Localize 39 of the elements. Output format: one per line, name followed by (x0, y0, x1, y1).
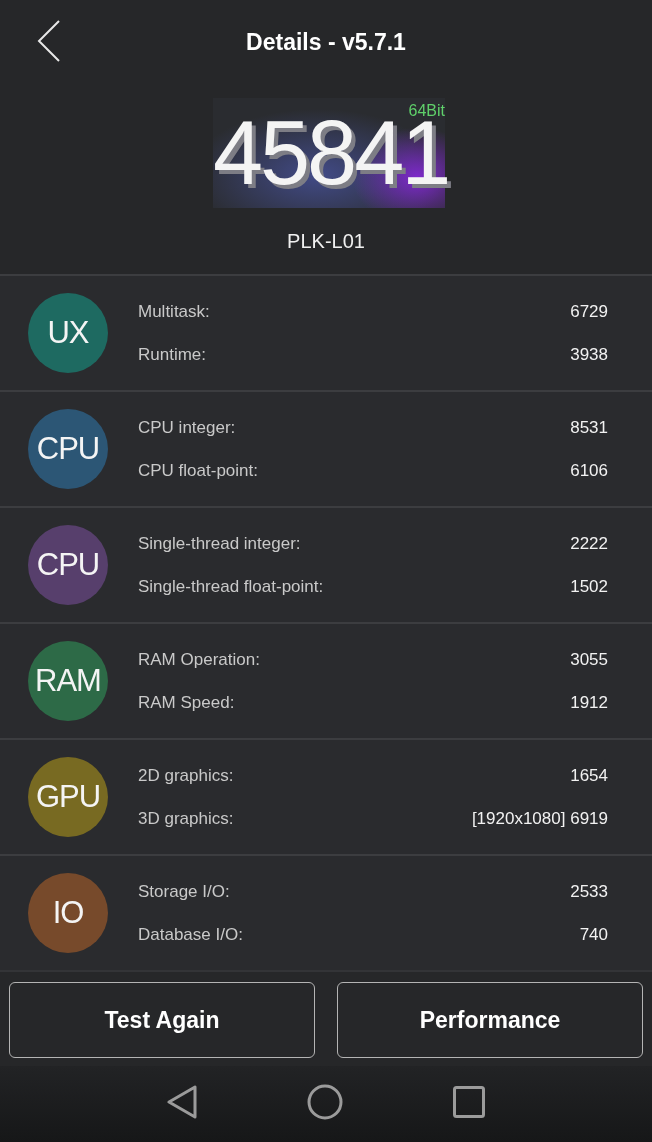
metric-label: Runtime: (138, 343, 207, 366)
metric-label: 3D graphics: (138, 807, 234, 830)
architecture-label: 64Bit (408, 102, 445, 119)
screen-title: Details - v5.7.1 (246, 28, 406, 56)
metric-label: RAM Speed: (138, 691, 235, 714)
metric-value: 3055 (570, 648, 608, 671)
back-icon[interactable] (37, 20, 61, 62)
metric-value: 8531 (570, 416, 608, 439)
metric-value: 2533 (570, 880, 608, 903)
category-badge: UX (28, 293, 108, 373)
category-badge: RAM (28, 641, 108, 721)
category-badge: GPU (28, 757, 108, 837)
metric-value: [1920x1080] 6919 (471, 807, 608, 830)
action-button[interactable]: Performance (337, 982, 643, 1058)
metric-label: CPU float-point: (138, 459, 258, 482)
recents-icon[interactable] (453, 1086, 485, 1118)
metric-value: 1912 (570, 691, 608, 714)
metric-value: 740 (579, 923, 608, 946)
metric-value: 3938 (570, 343, 608, 366)
metric-label: RAM Operation: (138, 648, 260, 671)
device-model: PLK-L01 (287, 230, 365, 253)
metric-label: Multitask: (138, 300, 210, 323)
back-triangle-icon[interactable] (167, 1085, 197, 1119)
metric-label: CPU integer: (138, 416, 236, 439)
metric-value: 6729 (570, 300, 608, 323)
metric-value: 6106 (570, 459, 608, 482)
home-icon[interactable] (307, 1084, 343, 1120)
metric-label: Database I/O: (138, 923, 243, 946)
category-badge: CPU (28, 409, 108, 489)
metric-label: 2D graphics: (138, 764, 234, 787)
category-badge: CPU (28, 525, 108, 605)
metric-value: 2222 (570, 532, 608, 555)
metric-label: Single-thread integer: (138, 532, 301, 555)
metric-label: Storage I/O: (138, 880, 230, 903)
metric-label: Single-thread float-point: (138, 575, 324, 598)
metric-value: 1654 (570, 764, 608, 787)
action-button[interactable]: Test Again (9, 982, 315, 1058)
category-badge: IO (28, 873, 108, 953)
metric-value: 1502 (570, 575, 608, 598)
